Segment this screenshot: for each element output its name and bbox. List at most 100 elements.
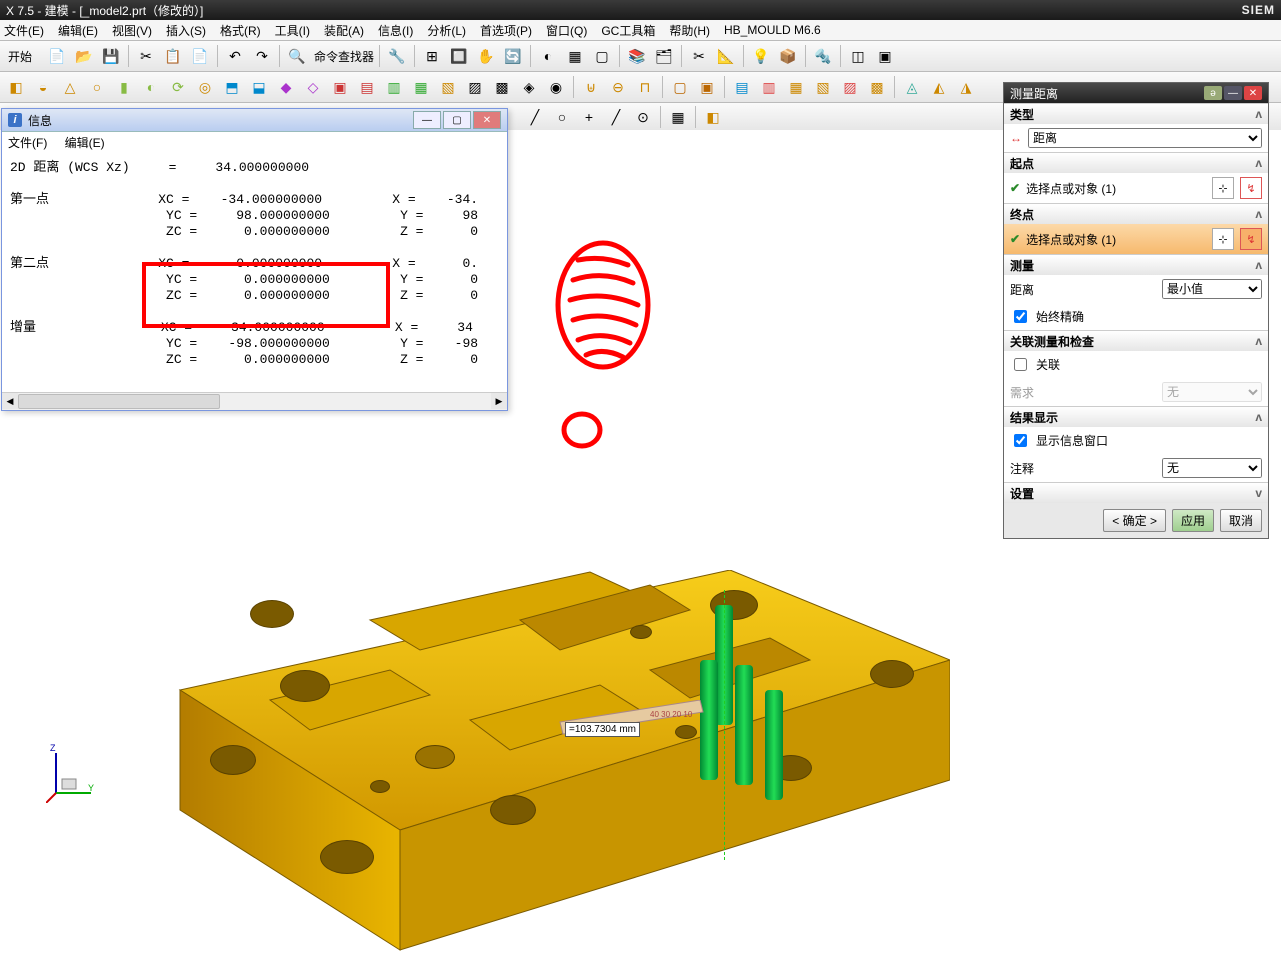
chevron-up-icon[interactable]: ʌ (1255, 207, 1262, 221)
feat-i-icon[interactable]: ▧ (436, 75, 460, 99)
start-select-label[interactable]: 选择点或对象 (1) (1026, 180, 1206, 197)
mold-j-icon[interactable]: ◭ (927, 75, 951, 99)
snap-a-icon[interactable]: ╱ (523, 105, 547, 129)
type-select[interactable]: 距离 (1028, 128, 1262, 148)
point-picker-icon[interactable]: ⊹ (1212, 228, 1234, 250)
prim-extrude-icon[interactable]: ▮ (112, 75, 136, 99)
snap-e-icon[interactable]: ⊙ (631, 105, 655, 129)
layers2-icon[interactable]: 🗂 (652, 44, 676, 68)
mold-c-icon[interactable]: ▤ (730, 75, 754, 99)
menu-edit[interactable]: 编辑(E) (58, 22, 98, 39)
menu-format[interactable]: 格式(R) (220, 22, 261, 39)
cube-icon[interactable]: ▢ (590, 44, 614, 68)
menu-assembly[interactable]: 装配(A) (324, 22, 364, 39)
feat-j-icon[interactable]: ▨ (463, 75, 487, 99)
menu-gctoolbox[interactable]: GC工具箱 (601, 22, 655, 39)
feat-h-icon[interactable]: ▦ (409, 75, 433, 99)
mold-f-icon[interactable]: ▧ (811, 75, 835, 99)
menu-file[interactable]: 文件(E) (4, 22, 44, 39)
prim-revolve-icon[interactable]: ◐ (139, 75, 163, 99)
prim-box-icon[interactable]: ◧ (4, 75, 28, 99)
chevron-down-icon[interactable]: v (1255, 486, 1262, 500)
fit-icon[interactable]: ⊞ (420, 44, 444, 68)
panel-close-btn[interactable]: ✕ (1244, 86, 1262, 100)
bool-int-icon[interactable]: ⊓ (633, 75, 657, 99)
always-accurate-checkbox[interactable] (1014, 310, 1027, 323)
wireframe-icon[interactable]: ▦ (563, 44, 587, 68)
assoc-checkbox[interactable] (1014, 358, 1027, 371)
section-icon[interactable]: ✂ (687, 44, 711, 68)
mold-e-icon[interactable]: ▦ (784, 75, 808, 99)
feat-c-icon[interactable]: ◆ (274, 75, 298, 99)
box4-icon[interactable]: ▣ (873, 44, 897, 68)
info-body-text[interactable]: 2D 距离 (WCS Xz) = 34.000000000 第一点 XC = -… (2, 154, 507, 392)
bool-sub-icon[interactable]: ⊖ (606, 75, 630, 99)
info-menu-file[interactable]: 文件(F) (8, 136, 47, 150)
rotate-icon[interactable]: 🔄 (501, 44, 525, 68)
panel-pin-btn[interactable]: ə (1204, 86, 1222, 100)
scroll-left-icon[interactable]: ◀ (2, 393, 18, 409)
snap-d-icon[interactable]: ╱ (604, 105, 628, 129)
chevron-up-icon[interactable]: ʌ (1255, 156, 1262, 170)
info-close-btn[interactable]: ✕ (473, 111, 501, 129)
menu-help[interactable]: 帮助(H) (669, 22, 710, 39)
snap-f-icon[interactable]: ▦ (666, 105, 690, 129)
copy-icon[interactable]: 📋 (161, 44, 185, 68)
mold-i-icon[interactable]: ◬ (900, 75, 924, 99)
annotation-select[interactable]: 无 (1162, 458, 1262, 478)
tool-b-icon[interactable]: 🔩 (811, 44, 835, 68)
chevron-up-icon[interactable]: ʌ (1255, 107, 1262, 121)
feat-m-icon[interactable]: ◉ (544, 75, 568, 99)
distance-select[interactable]: 最小值 (1162, 279, 1262, 299)
prim-hole-icon[interactable]: ◎ (193, 75, 217, 99)
menu-analysis[interactable]: 分析(L) (427, 22, 466, 39)
info-maximize-btn[interactable]: ▢ (443, 111, 471, 129)
tool-a-icon[interactable]: 🔧 (385, 44, 409, 68)
prim-sweep-icon[interactable]: ⟳ (166, 75, 190, 99)
prim-cyl-icon[interactable]: ◒ (31, 75, 55, 99)
box3-icon[interactable]: ◫ (846, 44, 870, 68)
cancel-button[interactable]: 取消 (1220, 509, 1262, 532)
feat-e-icon[interactable]: ▣ (328, 75, 352, 99)
mold-a-icon[interactable]: ▢ (668, 75, 692, 99)
mold-k-icon[interactable]: ◮ (954, 75, 978, 99)
menu-prefs[interactable]: 首选项(P) (480, 22, 532, 39)
end-select-label[interactable]: 选择点或对象 (1) (1026, 231, 1206, 248)
mold-g-icon[interactable]: ▨ (838, 75, 862, 99)
section2-icon[interactable]: 📐 (714, 44, 738, 68)
mold-d-icon[interactable]: ▥ (757, 75, 781, 99)
show-info-checkbox[interactable] (1014, 434, 1027, 447)
mold-h-icon[interactable]: ▩ (865, 75, 889, 99)
menu-view[interactable]: 视图(V) (112, 22, 152, 39)
chevron-up-icon[interactable]: ʌ (1255, 334, 1262, 348)
feat-f-icon[interactable]: ▤ (355, 75, 379, 99)
menu-window[interactable]: 窗口(Q) (546, 22, 587, 39)
ok-button[interactable]: < 确定 > (1103, 509, 1166, 532)
menu-tools[interactable]: 工具(I) (275, 22, 310, 39)
apply-button[interactable]: 应用 (1172, 509, 1214, 532)
paste-icon[interactable]: 📄 (188, 44, 212, 68)
point-constructor-icon[interactable]: ↯ (1240, 228, 1262, 250)
feat-a-icon[interactable]: ⬒ (220, 75, 244, 99)
zoom-icon[interactable]: 🔲 (447, 44, 471, 68)
snap-g-icon[interactable]: ◧ (701, 105, 725, 129)
feat-g-icon[interactable]: ▥ (382, 75, 406, 99)
info-h-scrollbar[interactable]: ◀ ▶ (2, 392, 507, 410)
pan-icon[interactable]: ✋ (474, 44, 498, 68)
feat-l-icon[interactable]: ◈ (517, 75, 541, 99)
menu-insert[interactable]: 插入(S) (166, 22, 206, 39)
point-picker-icon[interactable]: ⊹ (1212, 177, 1234, 199)
shade-icon[interactable]: ◐ (536, 44, 560, 68)
mold-b-icon[interactable]: ▣ (695, 75, 719, 99)
light-icon[interactable]: 💡 (749, 44, 773, 68)
point-constructor-icon[interactable]: ↯ (1240, 177, 1262, 199)
menu-info[interactable]: 信息(I) (378, 22, 413, 39)
cmd-finder-label[interactable]: 命令查找器 (314, 48, 374, 65)
feat-k-icon[interactable]: ▩ (490, 75, 514, 99)
prim-sphere-icon[interactable]: ○ (85, 75, 109, 99)
snap-c-icon[interactable]: + (577, 105, 601, 129)
new-icon[interactable]: 📄 (45, 44, 69, 68)
open-icon[interactable]: 📂 (72, 44, 96, 68)
info-menu-edit[interactable]: 编辑(E) (65, 136, 105, 150)
box2-icon[interactable]: 📦 (776, 44, 800, 68)
